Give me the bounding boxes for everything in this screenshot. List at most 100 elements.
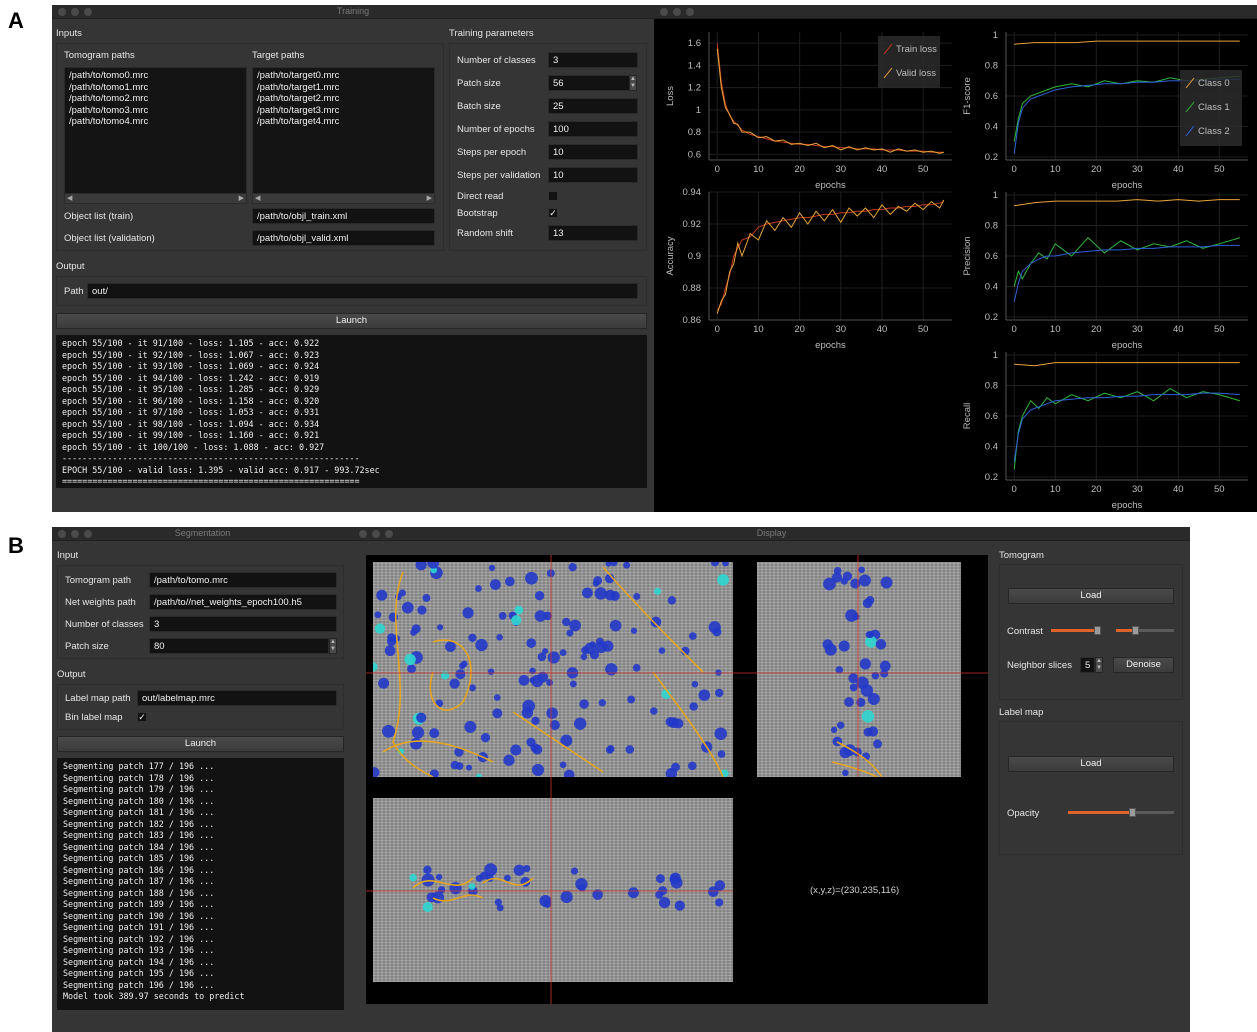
tomogram-paths-list[interactable]: /path/to/tomo0.mrc/path/to/tomo1.mrc/pat… xyxy=(64,67,247,204)
x-tick-label: 0 xyxy=(715,164,720,175)
horizontal-scrollbar[interactable]: ◀ ▶ xyxy=(65,193,246,203)
bin-label-map-checkbox[interactable]: ✓ xyxy=(137,712,147,722)
segmentation-log-text: Segmenting patch 177 / 196 ... Segmentin… xyxy=(63,761,245,1001)
y-tick-label: 0.8 xyxy=(985,61,998,72)
patch-size-field[interactable]: 80 xyxy=(149,638,329,654)
opacity-label: Opacity xyxy=(1007,808,1040,819)
target-paths-list[interactable]: /path/to/target0.mrc/path/to/target1.mrc… xyxy=(252,67,435,204)
x-tick-label: 40 xyxy=(877,324,888,335)
x-tick-label: 20 xyxy=(794,164,805,175)
neighbor-slices-spinner[interactable]: ▲ ▼ xyxy=(1095,657,1103,673)
x-tick-label: 10 xyxy=(1050,324,1061,335)
segmentation-window: Segmentation Input Tomogram path /path/t… xyxy=(52,527,353,1032)
chart-precision: 0 10 20 30 40 50 0.2 0.4 0.6 0.8 1 epochs Precision xyxy=(962,190,1248,351)
num-classes-label: Number of classes xyxy=(65,619,144,630)
list-item[interactable]: /path/to/target4.mrc xyxy=(253,116,434,128)
y-tick-label: 1 xyxy=(993,30,998,41)
x-tick-label: 50 xyxy=(1214,164,1225,175)
batch-size-field[interactable]: 25 xyxy=(548,98,638,114)
scroll-left-icon[interactable]: ◀ xyxy=(67,194,72,202)
x-tick-label: 0 xyxy=(715,324,720,335)
neighbor-slices-field[interactable]: 5 xyxy=(1080,657,1095,673)
contrast-min-slider[interactable] xyxy=(1051,626,1101,635)
direct-read-checkbox[interactable] xyxy=(548,191,558,201)
launch-button[interactable]: Launch xyxy=(56,313,647,329)
list-item[interactable]: /path/to/tomo0.mrc xyxy=(65,70,246,82)
patch-size-spinner[interactable]: ▲ ▼ xyxy=(629,75,637,91)
load-label-map-button[interactable]: Load xyxy=(1008,756,1174,772)
y-tick-label: 0.4 xyxy=(985,441,998,452)
legend-label: Class 2 xyxy=(1198,126,1230,137)
legend-label: Train loss xyxy=(896,44,937,55)
y-tick-label: 0.88 xyxy=(683,283,702,294)
y-tick-label: 0.2 xyxy=(985,312,998,323)
steps-per-validation-field[interactable]: 10 xyxy=(548,167,638,183)
y-tick-label: 0.6 xyxy=(985,251,998,262)
window-controls[interactable] xyxy=(660,8,694,16)
list-item[interactable]: /path/to/target2.mrc xyxy=(253,93,434,105)
y-tick-label: 0.6 xyxy=(688,149,701,160)
x-tick-label: 50 xyxy=(918,324,929,335)
net-weights-field[interactable]: /path/to//net_weights_epoch100.h5 xyxy=(149,594,337,610)
list-item[interactable]: /path/to/target1.mrc xyxy=(253,82,434,94)
launch-button[interactable]: Launch xyxy=(57,736,344,752)
list-item[interactable]: /path/to/tomo3.mrc xyxy=(65,105,246,117)
list-item[interactable]: /path/to/target0.mrc xyxy=(253,70,434,82)
num-epochs-field[interactable]: 100 xyxy=(548,121,638,137)
steps-per-epoch-field[interactable]: 10 xyxy=(548,144,638,160)
y-tick-label: 0.8 xyxy=(688,127,701,138)
object-list-train-field[interactable]: /path/to/objl_train.xml xyxy=(252,208,435,224)
num-classes-field[interactable]: 3 xyxy=(548,52,638,68)
x-tick-label: 40 xyxy=(1173,484,1184,495)
scroll-left-icon[interactable]: ◀ xyxy=(255,194,260,202)
chart-f1-score: 0 10 20 30 40 50 0.2 0.4 0.6 0.8 1 epochs F1-score Cl… xyxy=(962,30,1248,191)
random-shift-field[interactable]: 13 xyxy=(548,225,638,241)
list-item[interactable]: /path/to/tomo4.mrc xyxy=(65,116,246,128)
window-title: Training xyxy=(336,6,370,16)
list-item[interactable]: /path/to/target3.mrc xyxy=(253,105,434,117)
scroll-right-icon[interactable]: ▶ xyxy=(239,194,244,202)
y-tick-label: 1.4 xyxy=(688,60,701,71)
steps-per-validation-label: Steps per validation xyxy=(457,170,541,181)
bootstrap-checkbox[interactable]: ✓ xyxy=(548,208,558,218)
horizontal-scrollbar[interactable]: ◀ ▶ xyxy=(253,193,434,203)
x-tick-label: 30 xyxy=(1132,164,1143,175)
contrast-max-slider[interactable] xyxy=(1116,626,1174,635)
legend-label: Class 0 xyxy=(1198,78,1230,89)
object-list-train-label: Object list (train) xyxy=(64,211,134,222)
tomogram-path-field[interactable]: /path/to/tomo.mrc xyxy=(149,572,337,588)
opacity-slider[interactable] xyxy=(1068,808,1174,817)
x-axis-label: epochs xyxy=(815,180,846,191)
title-bar xyxy=(654,5,1257,19)
x-tick-label: 50 xyxy=(1214,484,1225,495)
y-tick-label: 0.4 xyxy=(985,121,998,132)
object-list-valid-field[interactable]: /path/to/objl_valid.xml xyxy=(252,230,435,246)
title-bar: Segmentation xyxy=(52,527,353,541)
x-axis-label: epochs xyxy=(815,340,846,351)
y-tick-label: 0.8 xyxy=(985,381,998,392)
tomogram-viewer[interactable]: (x,y,z)=(230,235,116) xyxy=(366,555,988,1004)
output-path-field[interactable]: out/ xyxy=(87,283,638,299)
load-tomogram-button[interactable]: Load xyxy=(1008,588,1174,604)
y-axis-label: F1-score xyxy=(962,77,973,114)
label-map-path-field[interactable]: out/labelmap.mrc xyxy=(137,690,337,706)
list-item[interactable]: /path/to/tomo2.mrc xyxy=(65,93,246,105)
list-item[interactable]: /path/to/tomo1.mrc xyxy=(65,82,246,94)
x-tick-label: 10 xyxy=(753,324,764,335)
scroll-right-icon[interactable]: ▶ xyxy=(427,194,432,202)
patch-size-field[interactable]: 56 xyxy=(548,75,630,91)
net-weights-label: Net weights path xyxy=(65,597,136,608)
label-map-path-label: Label map path xyxy=(65,693,131,704)
training-params-label: Training parameters xyxy=(449,28,534,39)
x-tick-label: 10 xyxy=(753,164,764,175)
y-axis-label: Accuracy xyxy=(665,236,676,275)
num-classes-field[interactable]: 3 xyxy=(149,616,337,632)
y-axis-label: Precision xyxy=(962,236,973,275)
x-tick-label: 30 xyxy=(836,324,847,335)
patch-size-spinner[interactable]: ▲ ▼ xyxy=(329,638,337,654)
num-epochs-label: Number of epochs xyxy=(457,124,535,135)
x-axis-label: epochs xyxy=(1112,180,1143,191)
x-tick-label: 20 xyxy=(1091,164,1102,175)
chart-loss: 0 10 20 30 40 50 0.6 0.8 1 1.2 1.4 1.6 epochs Loss Tra… xyxy=(665,32,952,191)
denoise-button[interactable]: Denoise xyxy=(1113,657,1174,673)
